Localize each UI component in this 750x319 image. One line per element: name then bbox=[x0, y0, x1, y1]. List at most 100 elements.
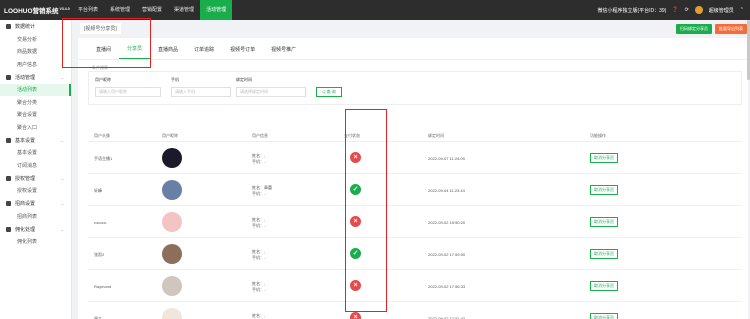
user-avatar bbox=[162, 244, 182, 264]
user-avatar bbox=[162, 308, 182, 319]
phone-input[interactable]: 请输入手机 bbox=[171, 87, 231, 97]
table-row: 轩峰 姓名：章蕾 手机：- ✓ 2022-09-04 11:23:44 取消分享员 bbox=[88, 174, 742, 206]
main-content: [视频号分享员] 扫码绑定分享员 批量导出列表 直播间 分享员 直播商品 订单追… bbox=[72, 20, 750, 319]
table-row: 周立姓名：-手机：-×2022-09-02 17:51:42取消分享员 bbox=[88, 302, 742, 319]
tab-bar: 直播间 分享员 直播商品 订单追踪 视频号订单 视频号推广 bbox=[78, 38, 748, 60]
top-nav-item-active[interactable]: 活动管理 bbox=[200, 0, 233, 20]
chevron-down-icon: ⌄ bbox=[60, 201, 64, 206]
query-button[interactable]: Q 查 询 bbox=[316, 87, 342, 97]
user-avatar bbox=[162, 180, 182, 200]
sidebar-item[interactable]: 商品数据 bbox=[0, 46, 71, 59]
row-user-info: 姓名：-手机：- bbox=[252, 153, 266, 164]
top-nav-item[interactable]: 营销配置 bbox=[136, 0, 168, 20]
sidebar-group[interactable]: 基本设置 ⌄ bbox=[0, 134, 71, 147]
sidebar-item[interactable]: 基本设置 bbox=[0, 147, 71, 160]
sidebar-group-label: 基本设置 bbox=[15, 137, 36, 144]
menu-group-icon bbox=[6, 226, 11, 232]
sidebar-item[interactable]: 聚合分类 bbox=[0, 96, 71, 109]
table-header: 用户头像 用户昵称 用户信息 支付状态 绑定时间 功能操作 bbox=[88, 128, 742, 142]
top-nav-item[interactable]: 渠道管理 bbox=[168, 0, 200, 20]
th-avatar: 用户头像 bbox=[94, 133, 110, 138]
table-row: rococo. 姓名：- 手机：- × 2022-09-02 15:50:20 取消分享员 bbox=[88, 206, 742, 238]
th-bind-time: 绑定时间 bbox=[428, 133, 444, 138]
sidebar-item[interactable]: 聚合入口 bbox=[0, 121, 71, 134]
row-nickname: 张凯2 bbox=[94, 252, 105, 257]
sidebar-group-label: 授权管理 bbox=[15, 175, 36, 182]
table-row: Raymond 姓名：- 手机：- × 2022-09-02 17:56:33 取消分享员 bbox=[88, 270, 742, 302]
user-avatar bbox=[162, 148, 182, 168]
row-user-info: 姓名：-手机：- bbox=[252, 217, 266, 228]
sidebar-item[interactable]: 活动列表 bbox=[0, 83, 71, 96]
chevron-down-icon: ⌄ bbox=[60, 226, 64, 232]
row-bind-time: 2022-09-07 11:24:09 bbox=[428, 156, 465, 161]
export-button[interactable]: 批量导出列表 bbox=[715, 24, 747, 34]
row-user-info: 姓名：-手机：- bbox=[252, 281, 266, 292]
user-avatar bbox=[162, 212, 182, 232]
sidebar-item[interactable]: 订阅消息 bbox=[0, 159, 71, 172]
breadcrumb-row: [视频号分享员] 扫码绑定分享员 批量导出列表 bbox=[72, 20, 750, 37]
top-nav-item[interactable]: 系统管理 bbox=[104, 0, 136, 20]
sidebar-group-label: 佣化处理 bbox=[15, 226, 36, 233]
chevron-up-icon[interactable]: ⌃ bbox=[740, 7, 744, 13]
tab-live-goods[interactable]: 直播商品 bbox=[150, 46, 186, 59]
table-row: 手语主播1 姓名：- 手机：- × 2022-09-07 11:24:09 取消分享员 bbox=[88, 142, 742, 174]
row-bind-time: 2022-09-02 15:50:20 bbox=[428, 220, 466, 225]
row-nickname: Raymond bbox=[94, 284, 112, 289]
sidebar-group-label: 数据统计 bbox=[15, 24, 36, 30]
cancel-sharer-button[interactable]: 取消分享员 bbox=[590, 249, 618, 259]
platform-label[interactable]: 微信小程序独立版(平台ID：39) bbox=[597, 7, 666, 14]
sidebar-item[interactable]: 佣化列表 bbox=[0, 236, 71, 249]
row-user-info: 姓名：-手机：- bbox=[252, 249, 266, 260]
app-logo: LOOHUO营销系统V3.4.0 bbox=[4, 6, 70, 15]
top-bar: LOOHUO营销系统V3.4.0 平台列表 系统管理 营销配置 渠道管理 活动管… bbox=[0, 0, 750, 20]
sidebar-item[interactable]: 聚合设置 bbox=[0, 109, 71, 122]
menu-group-icon bbox=[6, 175, 11, 181]
phone-label: 手机 bbox=[171, 77, 179, 82]
sidebar-group[interactable]: 活动管理 ⌄ bbox=[0, 71, 71, 84]
chevron-down-icon: ⌄ bbox=[60, 137, 64, 143]
sidebar-group[interactable]: 招商设置 ⌄ bbox=[0, 197, 71, 210]
tab-channel-order[interactable]: 视频号订单 bbox=[222, 46, 263, 59]
nickname-input[interactable]: 请输入用户昵称 bbox=[95, 87, 161, 97]
top-nav: 平台列表 系统管理 营销配置 渠道管理 活动管理 bbox=[72, 0, 233, 20]
row-bind-time: 2022-09-02 17:59:00 bbox=[428, 252, 466, 257]
bind-time-input[interactable]: 请选择绑定时间 bbox=[236, 87, 306, 97]
th-info: 用户信息 bbox=[252, 133, 268, 138]
row-nickname: 轩峰 bbox=[94, 188, 102, 193]
sidebar-group[interactable]: 佣化处理 ⌄ bbox=[0, 223, 71, 236]
highlight-box-status bbox=[345, 109, 387, 312]
nickname-label: 用户昵称 bbox=[95, 77, 111, 82]
cancel-sharer-button[interactable]: 取消分享员 bbox=[590, 153, 618, 163]
top-nav-item[interactable]: 平台列表 bbox=[72, 0, 104, 20]
cancel-sharer-button[interactable]: 取消分享员 bbox=[590, 281, 618, 291]
sidebar-group[interactable]: 授权管理 ⌄ bbox=[0, 172, 71, 185]
row-nickname: rococo. bbox=[94, 220, 108, 225]
tab-order-track[interactable]: 订单追踪 bbox=[186, 46, 222, 59]
cancel-sharer-button[interactable]: 取消分享员 bbox=[590, 217, 618, 227]
th-actions: 功能操作 bbox=[590, 133, 606, 138]
tab-channel-promo[interactable]: 视频号推广 bbox=[263, 46, 304, 59]
help-icon[interactable]: ❓ bbox=[672, 7, 678, 13]
filter-panel: 用户昵称 请输入用户昵称 手机 请输入手机 绑定时间 请选择绑定时间 Q 查 询 bbox=[88, 71, 742, 105]
refresh-icon[interactable]: ⟳ bbox=[685, 7, 689, 13]
sidebar-item[interactable]: 招商列表 bbox=[0, 210, 71, 223]
menu-group-icon bbox=[6, 74, 11, 80]
sidebar-group-label: 活动管理 bbox=[15, 74, 36, 81]
avatar[interactable] bbox=[694, 6, 703, 14]
row-user-info: 姓名：-手机：- bbox=[252, 313, 266, 318]
content-card: 直播间 分享员 直播商品 订单追踪 视频号订单 视频号推广 条件搜索 用户昵称 … bbox=[78, 38, 748, 319]
sidebar-item[interactable]: 用户信息 bbox=[0, 58, 71, 71]
time-label: 绑定时间 bbox=[236, 77, 252, 82]
user-name[interactable]: 超级管理员 bbox=[709, 7, 734, 14]
sidebar-item[interactable]: 授权设置 bbox=[0, 185, 71, 198]
sidebar-item[interactable]: 交易分析 bbox=[0, 33, 71, 46]
sidebar-group[interactable]: 数据统计 ⌄ bbox=[0, 20, 71, 33]
cancel-sharer-button[interactable]: 取消分享员 bbox=[590, 185, 618, 195]
menu-group-icon bbox=[6, 24, 11, 29]
bind-sharer-button[interactable]: 扫码绑定分享员 bbox=[676, 24, 712, 34]
cancel-sharer-button[interactable]: 取消分享员 bbox=[590, 313, 618, 319]
th-nickname: 用户昵称 bbox=[162, 133, 178, 138]
sidebar-group-label: 招商设置 bbox=[15, 201, 36, 207]
user-avatar bbox=[162, 276, 182, 296]
cross-icon: × bbox=[350, 312, 361, 319]
